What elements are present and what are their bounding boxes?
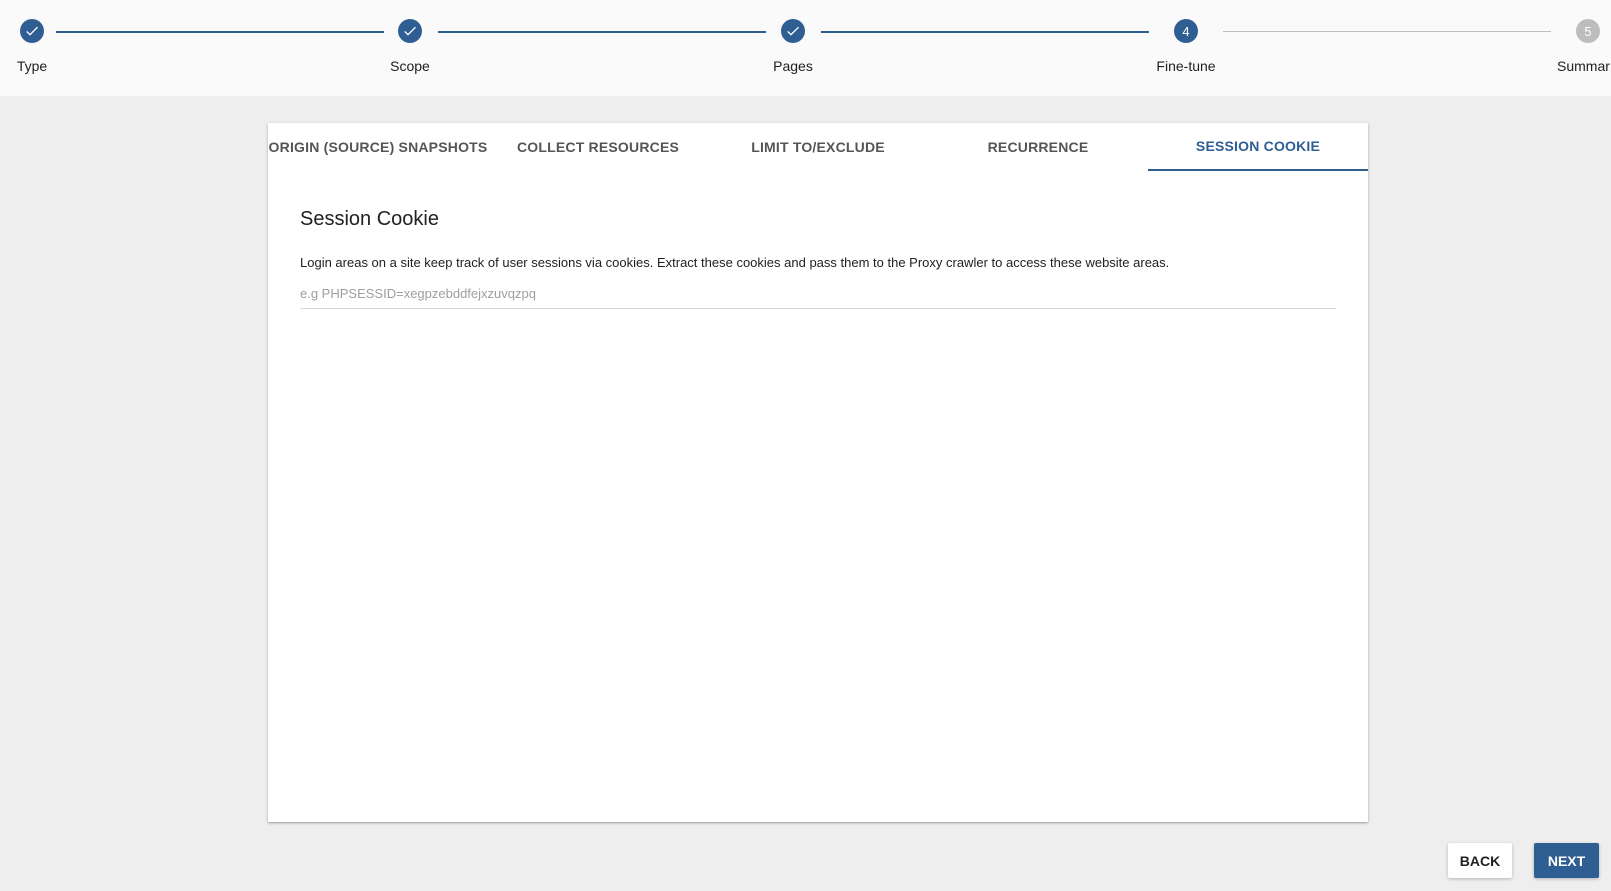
- session-cookie-input[interactable]: [300, 279, 1336, 309]
- section-description: Login areas on a site keep track of user…: [300, 255, 1170, 270]
- step-connector: [821, 31, 1149, 33]
- step-connector: [438, 31, 766, 33]
- tab-recurrence[interactable]: RECURRENCE: [928, 123, 1148, 171]
- step-type-check-icon[interactable]: [20, 19, 44, 43]
- step-label-summary: Summar: [1557, 58, 1610, 74]
- step-label-pages: Pages: [773, 58, 813, 74]
- wizard-stepper: Type Scope Pages 4 Fine-tune 5 Summar: [0, 0, 1611, 96]
- section-title: Session Cookie: [300, 208, 439, 230]
- step-label-scope: Scope: [390, 58, 430, 74]
- step-summary-number[interactable]: 5: [1576, 19, 1600, 43]
- tab-bar: ORIGIN (SOURCE) SNAPSHOTS COLLECT RESOUR…: [268, 123, 1368, 171]
- tab-session-cookie[interactable]: SESSION COOKIE: [1148, 123, 1368, 171]
- tab-origin-snapshots[interactable]: ORIGIN (SOURCE) SNAPSHOTS: [268, 123, 488, 171]
- step-scope-check-icon[interactable]: [398, 19, 422, 43]
- step-label-type: Type: [16, 58, 48, 74]
- step-fine-tune-number[interactable]: 4: [1174, 19, 1198, 43]
- tab-limit-exclude[interactable]: LIMIT TO/EXCLUDE: [708, 123, 928, 171]
- tab-collect-resources[interactable]: COLLECT RESOURCES: [488, 123, 708, 171]
- step-label-fine-tune: Fine-tune: [1156, 58, 1216, 74]
- next-button[interactable]: NEXT: [1534, 843, 1599, 878]
- step-connector: [56, 31, 384, 33]
- back-button[interactable]: BACK: [1448, 843, 1512, 878]
- step-connector: [1223, 31, 1551, 32]
- step-pages-check-icon[interactable]: [781, 19, 805, 43]
- fine-tune-card: ORIGIN (SOURCE) SNAPSHOTS COLLECT RESOUR…: [268, 123, 1368, 822]
